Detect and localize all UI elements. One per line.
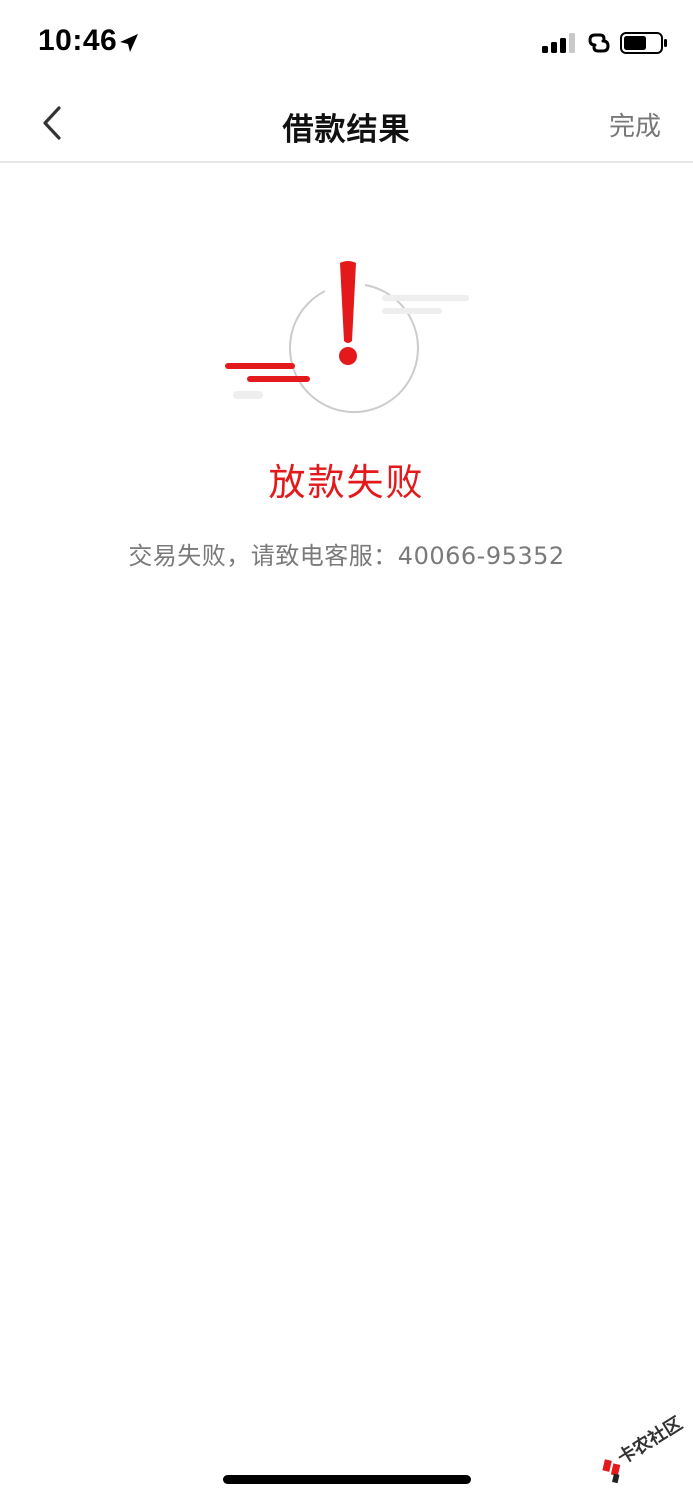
watermark-badge-icon: 卡农社区 [602,1412,687,1484]
svg-text:卡农社区: 卡农社区 [614,1412,687,1469]
home-indicator[interactable] [223,1475,471,1484]
battery-icon [620,32,667,54]
result-description: 交易失败，请致电客服：40066-95352 [128,542,565,570]
page-title: 借款结果 [282,112,411,148]
result-illustration [215,255,485,425]
link-icon [588,33,610,53]
done-button[interactable]: 完成 [609,106,661,143]
status-bar: 10:46 [0,0,693,84]
navigation-bar: 借款结果 完成 [0,84,693,163]
result-title: 放款失败 [268,461,425,504]
exclamation-alert-icon [225,261,469,414]
status-time: 10:46 [38,24,118,57]
location-arrow-icon [120,34,138,52]
watermark-logo: 卡农社区 [588,1408,688,1488]
cellular-signal-icon [542,33,575,53]
